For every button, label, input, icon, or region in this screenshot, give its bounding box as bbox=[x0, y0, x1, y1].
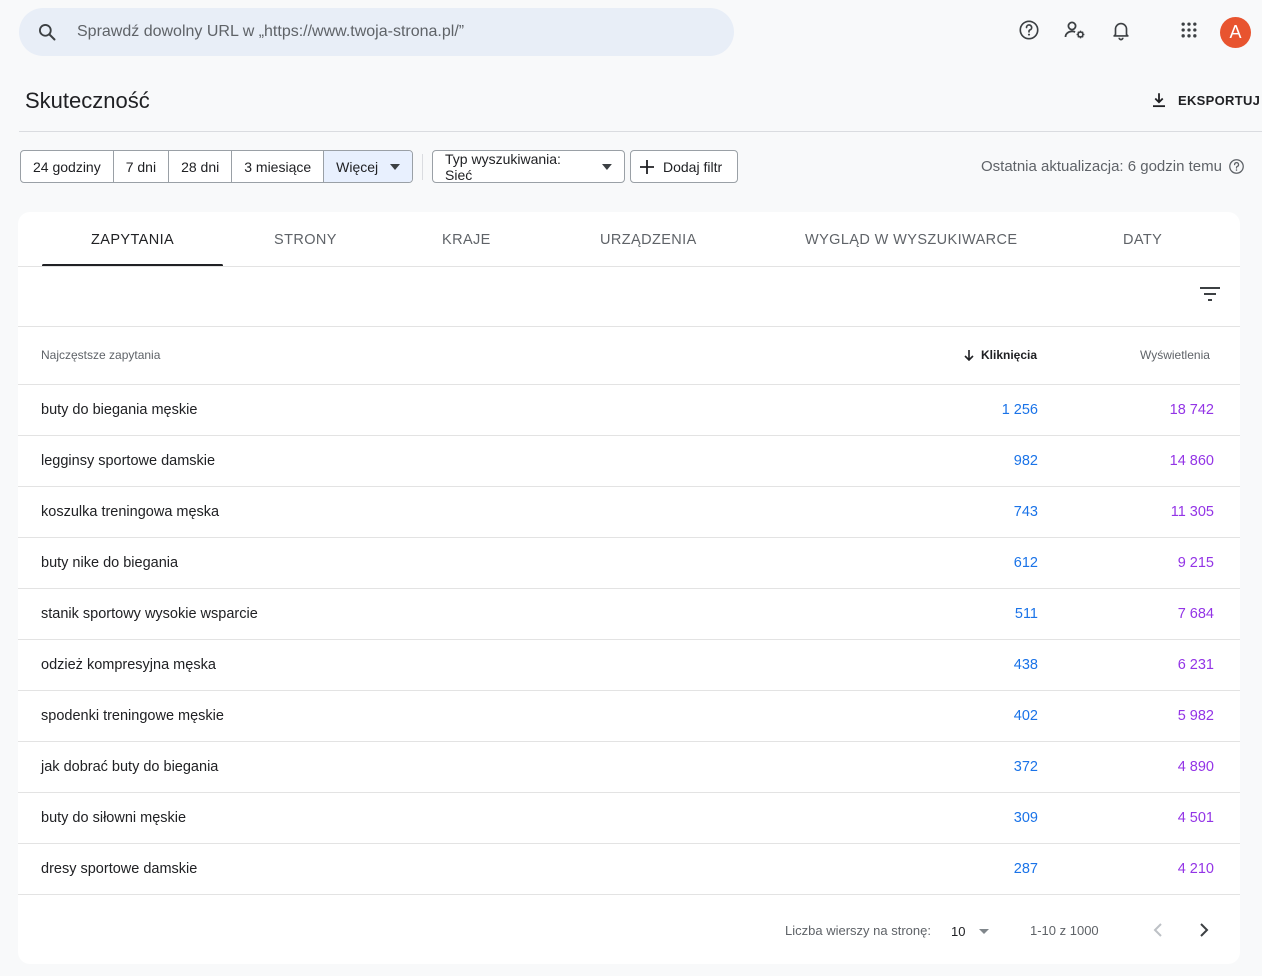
download-icon bbox=[1153, 93, 1165, 108]
impressions-cell: 18 742 bbox=[1169, 402, 1214, 418]
range-7d-button[interactable]: 7 dni bbox=[114, 151, 170, 182]
query-cell: dresy sportowe damskie bbox=[41, 861, 198, 877]
clicks-cell: 309 bbox=[1013, 810, 1038, 826]
impressions-cell: 6 231 bbox=[1177, 657, 1214, 673]
chevron-right-icon bbox=[1200, 923, 1209, 937]
search-icon[interactable] bbox=[37, 22, 57, 42]
clicks-cell: 287 bbox=[1013, 861, 1038, 877]
toolbar-divider bbox=[18, 326, 1240, 327]
impressions-cell: 9 215 bbox=[1177, 555, 1214, 571]
table-row[interactable]: dresy sportowe damskie 287 4 210 bbox=[18, 844, 1240, 895]
page-title: Skuteczność bbox=[25, 88, 150, 113]
chevron-left-icon bbox=[1153, 923, 1162, 937]
query-cell: buty do biegania męskie bbox=[41, 402, 198, 418]
table-row[interactable]: odzież kompresyjna męska 438 6 231 bbox=[18, 640, 1240, 691]
query-cell: odzież kompresyjna męska bbox=[41, 657, 216, 673]
clicks-cell: 438 bbox=[1013, 657, 1038, 673]
header-divider bbox=[19, 131, 1262, 132]
notifications-icon[interactable] bbox=[1109, 18, 1133, 42]
export-button[interactable]: EKSPORTUJ bbox=[1150, 89, 1260, 111]
impressions-cell: 5 982 bbox=[1177, 708, 1214, 724]
filter-divider bbox=[422, 154, 423, 180]
dropdown-arrow-icon bbox=[390, 163, 401, 170]
table-row[interactable]: legginsy sportowe damskie 982 14 860 bbox=[18, 436, 1240, 487]
performance-card: ZAPYTANIA STRONY KRAJE URZĄDZENIA WYGLĄD… bbox=[18, 212, 1240, 964]
range-28d-button[interactable]: 28 dni bbox=[169, 151, 233, 182]
range-more-label: Więcej bbox=[336, 158, 379, 175]
tab-dates[interactable]: DATY bbox=[1123, 232, 1162, 248]
impressions-cell: 4 890 bbox=[1177, 759, 1214, 775]
previous-page-button[interactable] bbox=[1146, 918, 1170, 942]
query-cell: spodenki treningowe męskie bbox=[41, 708, 224, 724]
add-filter-label: Dodaj filtr bbox=[663, 158, 723, 175]
impressions-cell: 4 210 bbox=[1177, 861, 1214, 877]
export-label: EKSPORTUJ bbox=[1178, 92, 1261, 108]
clicks-cell: 743 bbox=[1013, 504, 1038, 520]
tab-countries[interactable]: KRAJE bbox=[442, 232, 491, 248]
rows-per-page-value: 10 bbox=[951, 923, 966, 939]
dropdown-arrow-icon bbox=[979, 928, 990, 934]
clicks-cell: 1 256 bbox=[1001, 402, 1038, 418]
clicks-cell: 982 bbox=[1013, 453, 1038, 469]
clicks-cell: 372 bbox=[1013, 759, 1038, 775]
last-update-text: Ostatnia aktualizacja: 6 godzin temu bbox=[981, 158, 1222, 175]
table-row[interactable]: jak dobrać buty do biegania 372 4 890 bbox=[18, 742, 1240, 793]
dropdown-arrow-icon bbox=[602, 163, 612, 170]
column-header-impressions[interactable]: Wyświetlenia bbox=[1140, 348, 1210, 362]
query-cell: jak dobrać buty do biegania bbox=[41, 759, 219, 775]
tabs-divider bbox=[18, 266, 1240, 267]
user-settings-icon[interactable] bbox=[1063, 18, 1087, 42]
date-range-selector: 24 godziny 7 dni 28 dni 3 miesiące Więce… bbox=[20, 150, 414, 183]
impressions-cell: 7 684 bbox=[1177, 606, 1214, 622]
clicks-cell: 511 bbox=[1014, 606, 1038, 622]
search-input[interactable] bbox=[77, 23, 677, 41]
tab-pages[interactable]: STRONY bbox=[274, 232, 337, 248]
range-24h-button[interactable]: 24 godziny bbox=[21, 151, 114, 182]
tab-queries[interactable]: ZAPYTANIA bbox=[91, 232, 174, 248]
clicks-cell: 612 bbox=[1013, 555, 1038, 571]
help-icon[interactable] bbox=[1017, 18, 1041, 42]
url-inspection-search[interactable] bbox=[19, 8, 734, 56]
query-cell: buty do siłowni męskie bbox=[41, 810, 187, 826]
table-row[interactable]: koszulka treningowa męska 743 11 305 bbox=[18, 487, 1240, 538]
top-bar: A bbox=[0, 0, 1262, 66]
pagination-range: 1-10 z 1000 bbox=[1030, 923, 1099, 938]
rows-per-page-select[interactable]: 10 bbox=[951, 920, 996, 942]
table-row[interactable]: buty nike do biegania 612 9 215 bbox=[18, 538, 1240, 589]
help-icon[interactable] bbox=[1228, 158, 1245, 175]
impressions-cell: 4 501 bbox=[1177, 810, 1214, 826]
search-type-label: Typ wyszukiwania: Sieć bbox=[445, 150, 561, 183]
apps-grid-icon[interactable] bbox=[1177, 18, 1201, 42]
add-filter-button[interactable]: Dodaj filtr bbox=[630, 150, 738, 183]
rows-per-page-label: Liczba wierszy na stronę: bbox=[785, 923, 931, 938]
impressions-cell: 11 305 bbox=[1170, 504, 1214, 520]
column-header-clicks[interactable]: Kliknięcia bbox=[964, 348, 1037, 362]
clicks-header-label: Kliknięcia bbox=[981, 348, 1038, 362]
table-row[interactable]: stanik sportowy wysokie wsparcie 511 7 684 bbox=[18, 589, 1240, 640]
tab-search-appearance[interactable]: WYGLĄD W WYSZUKIWARCE bbox=[805, 232, 1017, 248]
range-3m-button[interactable]: 3 miesiące bbox=[232, 151, 325, 182]
last-update: Ostatnia aktualizacja: 6 godzin temu bbox=[981, 158, 1245, 175]
table-row[interactable]: spodenki treningowe męskie 402 5 982 bbox=[18, 691, 1240, 742]
range-more-button[interactable]: Więcej bbox=[324, 151, 413, 182]
search-type-filter[interactable]: Typ wyszukiwania: Sieć bbox=[432, 150, 625, 183]
query-cell: legginsy sportowe damskie bbox=[41, 453, 216, 469]
plus-icon bbox=[640, 159, 654, 174]
table-row[interactable]: buty do siłowni męskie 309 4 501 bbox=[18, 793, 1240, 844]
tab-devices[interactable]: URZĄDZENIA bbox=[600, 232, 697, 248]
query-cell: buty nike do biegania bbox=[41, 555, 179, 571]
query-cell: stanik sportowy wysokie wsparcie bbox=[41, 606, 258, 622]
table-row[interactable]: buty do biegania męskie 1 256 18 742 bbox=[18, 385, 1240, 436]
sort-descending-icon bbox=[964, 349, 974, 361]
column-header-queries[interactable]: Najczęstsze zapytania bbox=[41, 348, 160, 362]
query-cell: koszulka treningowa męska bbox=[41, 504, 220, 520]
next-page-button[interactable] bbox=[1192, 918, 1216, 942]
clicks-cell: 402 bbox=[1013, 708, 1038, 724]
filter-rows-icon[interactable] bbox=[1198, 282, 1222, 306]
impressions-cell: 14 860 bbox=[1169, 453, 1214, 469]
avatar[interactable]: A bbox=[1220, 17, 1251, 48]
